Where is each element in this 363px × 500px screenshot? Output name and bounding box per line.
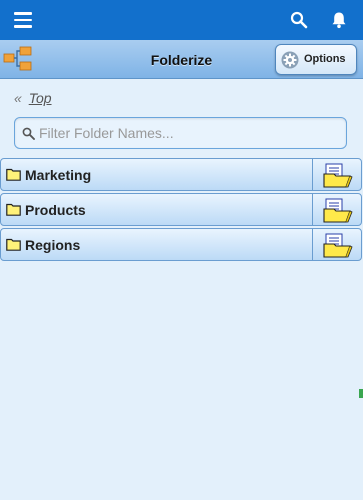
open-folder-documents-icon [323, 198, 353, 223]
open-folder-button-products[interactable] [312, 193, 362, 226]
edge-marker [359, 389, 363, 398]
options-button[interactable]: Options [275, 44, 357, 75]
options-label: Options [304, 53, 346, 65]
folder-item-regions[interactable]: Regions [0, 228, 313, 261]
breadcrumb-link-top[interactable]: Top [29, 90, 52, 106]
search-icon[interactable] [290, 11, 308, 29]
open-folder-button-regions[interactable] [312, 228, 362, 261]
open-folder-documents-icon [323, 163, 353, 188]
folder-row-regions: Regions [0, 228, 363, 261]
open-folder-documents-icon [323, 233, 353, 258]
folder-item-marketing[interactable]: Marketing [0, 158, 313, 191]
folder-icon [6, 203, 21, 216]
folder-row-products: Products [0, 193, 363, 226]
folder-item-products[interactable]: Products [0, 193, 313, 226]
gear-icon [281, 51, 299, 69]
breadcrumb-separator: « [14, 90, 22, 106]
open-folder-button-marketing[interactable] [312, 158, 362, 191]
folder-icon [6, 238, 21, 251]
folder-name: Marketing [25, 167, 92, 183]
hamburger-menu-icon[interactable] [14, 12, 32, 28]
folder-row-marketing: Marketing [0, 158, 363, 191]
bell-icon[interactable] [330, 11, 348, 29]
filter-folder-field [14, 117, 347, 149]
folder-name: Products [25, 202, 86, 218]
breadcrumb: « Top [14, 90, 52, 106]
search-icon [22, 127, 35, 140]
filter-folder-input[interactable] [39, 122, 339, 144]
folder-icon [6, 168, 21, 181]
top-app-bar [0, 0, 363, 40]
folder-name: Regions [25, 237, 81, 253]
